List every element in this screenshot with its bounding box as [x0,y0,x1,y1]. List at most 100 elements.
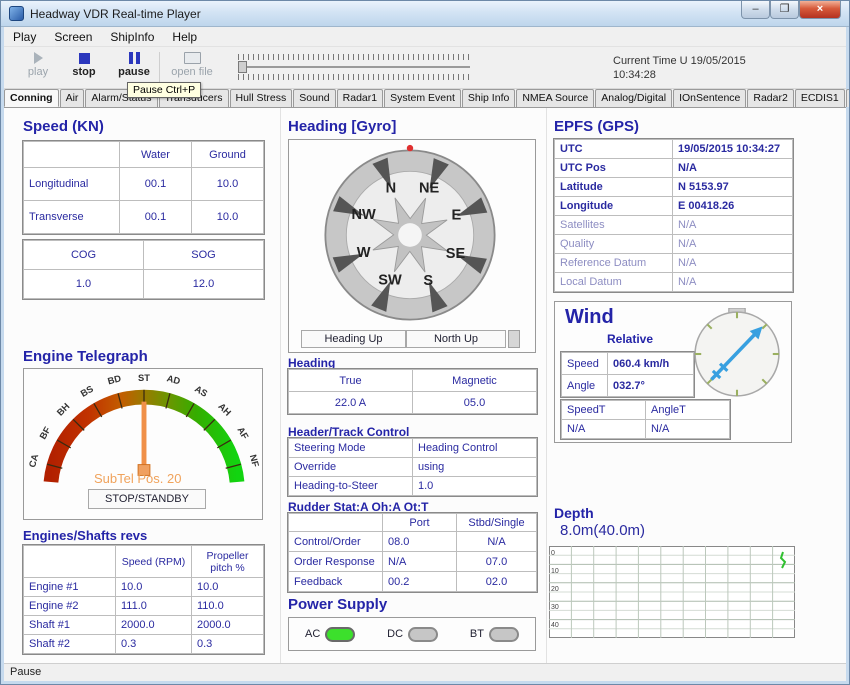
status-bar: Pause [4,663,846,681]
app-window: Headway VDR Real-time Player – ❐ × Play … [0,0,850,685]
epfs-table: UTC 19/05/2015 10:34:27 UTC Pos N/A Lati… [554,139,793,292]
table-row: Angle 032.7° [562,375,694,397]
current-time: Current Time U 19/05/2015 10:34:28 [613,54,746,82]
tab-ecdis2[interactable]: ECDIS2 [846,89,850,107]
rudder-title: Rudder Stat:A Oh:A Ot:T [288,500,428,514]
table-row: Engine #1 10.0 10.0 [24,578,264,597]
table-row: Order Response N/A 07.0 [289,552,537,572]
svg-text:BF: BF [38,425,53,441]
compass-scroll-nub[interactable] [508,330,520,348]
pause-button[interactable]: pause [110,50,158,86]
svg-text:SW: SW [378,272,402,288]
heading-table: True Magnetic 22.0 A 05.0 [288,369,537,414]
tab-nmea-source[interactable]: NMEA Source [516,89,594,107]
play-button[interactable]: play [14,50,62,86]
svg-text:NF: NF [248,453,261,468]
heading-up-button[interactable]: Heading Up [301,330,406,348]
heading-table-title: Heading [288,356,335,370]
playback-slider[interactable] [238,54,470,82]
tab-ship-info[interactable]: Ship Info [462,89,515,107]
tab-radar2[interactable]: Radar2 [747,89,793,107]
close-button[interactable]: × [799,1,841,19]
play-icon [34,52,43,64]
tab-system-event[interactable]: System Event [384,89,461,107]
menu-help[interactable]: Help [163,28,206,46]
svg-text:AD: AD [166,373,182,386]
table-row: Shaft #1 2000.0 2000.0 [24,616,264,635]
table-row: UTC 19/05/2015 10:34:27 [555,140,793,159]
telegraph-needle [138,402,150,476]
svg-text:BS: BS [79,384,95,399]
slider-thumb[interactable] [238,61,247,73]
svg-text:SE: SE [446,246,466,262]
tab-sound[interactable]: Sound [293,89,335,107]
cog-sog-table: COG SOG 1.0 12.0 [23,240,264,299]
stop-icon [79,53,90,64]
tab-conning[interactable]: Conning [4,89,59,107]
table-row: Control/Order 08.0 N/A [289,532,537,552]
track-control-table: Steering Mode Heading Control Override u… [288,438,537,496]
track-control-title: Header/Track Control [288,425,409,439]
depth-title: Depth [554,505,594,521]
window-frame-right [846,27,849,684]
speed-table: Water Ground Longitudinal 00.1 10.0 Tran… [23,141,264,234]
power-title: Power Supply [288,596,387,613]
tab-hull-stress[interactable]: Hull Stress [230,89,293,107]
toolbar-separator [159,52,160,84]
svg-text:N: N [386,180,397,196]
svg-text:AH: AH [216,401,233,418]
wind-relative-table: Speed 060.4 km/h Angle 032.7° [561,352,694,397]
engines-table: Speed (RPM) Propeller pitch % Engine #1 … [23,545,264,654]
menu-play[interactable]: Play [4,28,45,46]
north-up-button[interactable]: North Up [406,330,506,348]
ac-led-on [325,627,355,642]
svg-text:AS: AS [193,384,209,399]
svg-text:BH: BH [55,401,72,418]
wind-mode: Relative [607,332,653,346]
table-row: Shaft #2 0.3 0.3 [24,635,264,654]
minimize-button[interactable]: – [741,1,770,19]
power-panel: AC DC BT [288,617,536,651]
svg-text:0: 0 [551,550,555,557]
gyro-title: Heading [Gyro] [288,118,396,135]
menu-screen[interactable]: Screen [45,28,101,46]
open-file-icon [184,52,201,64]
svg-text:10: 10 [551,568,559,575]
stop-button[interactable]: stop [60,50,108,86]
table-row: Longitude E 00418.26 [555,197,793,216]
menu-shipinfo[interactable]: ShipInfo [101,28,163,46]
window-title: Headway VDR Real-time Player [30,7,201,21]
svg-text:30: 30 [551,604,559,611]
svg-text:AF: AF [235,425,250,441]
maximize-button[interactable]: ❐ [770,1,799,19]
dc-led-off [408,627,438,642]
subtel-position: SubTel Pos. 20 [94,471,181,486]
wind-dial [691,308,783,400]
svg-text:NE: NE [419,180,440,196]
tab-radar1[interactable]: Radar1 [337,89,383,107]
tab-ecdis1[interactable]: ECDIS1 [795,89,845,107]
tab-analog-digital[interactable]: Analog/Digital [595,89,672,107]
table-row: Heading-to-Steer 1.0 [289,477,537,496]
bt-led-off [489,627,519,642]
slider-track[interactable] [238,60,470,74]
title-bar[interactable]: Headway VDR Real-time Player – ❐ × [1,1,849,27]
svg-text:W: W [357,245,371,261]
status-text: Pause [10,666,41,678]
table-row: Quality N/A [555,235,793,254]
tab-air[interactable]: Air [60,89,85,107]
gyro-panel: N NE E SE S SW W NW Heading Up North Up [288,139,536,353]
engines-title: Engines/Shafts revs [23,528,147,543]
svg-text:NW: NW [351,207,376,223]
app-icon [9,6,24,21]
table-row: Local Datum N/A [555,273,793,292]
table-row: Speed 060.4 km/h [562,353,694,375]
rudder-table: Port Stbd/Single Control/Order 08.0 N/A … [288,513,537,592]
svg-text:E: E [452,208,462,224]
epfs-title: EPFS (GPS) [554,118,639,135]
open-file-button[interactable]: open file [164,50,220,86]
tab-ionsentence[interactable]: IOnSentence [673,89,746,107]
svg-text:40: 40 [551,622,559,629]
svg-text:S: S [423,273,433,289]
telegraph-status-button[interactable]: STOP/STANDBY [88,489,206,509]
